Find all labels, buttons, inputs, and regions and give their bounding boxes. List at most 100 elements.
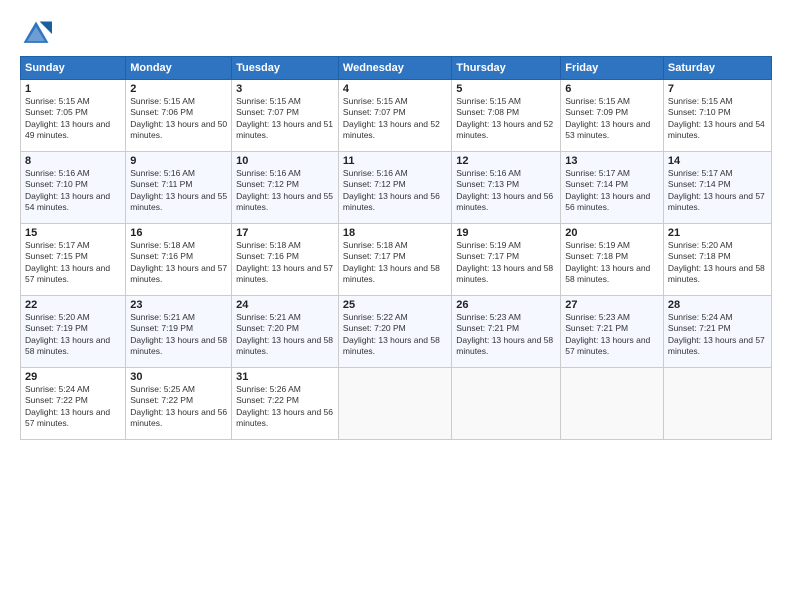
- day-cell: 8 Sunrise: 5:16 AMSunset: 7:10 PMDayligh…: [21, 152, 126, 224]
- day-cell: 10 Sunrise: 5:16 AMSunset: 7:12 PMDaylig…: [232, 152, 339, 224]
- day-number: 20: [565, 227, 659, 239]
- day-number: 2: [130, 83, 227, 95]
- day-number: 22: [25, 299, 121, 311]
- day-cell: 18 Sunrise: 5:18 AMSunset: 7:17 PMDaylig…: [338, 224, 451, 296]
- day-cell: 15 Sunrise: 5:17 AMSunset: 7:15 PMDaylig…: [21, 224, 126, 296]
- calendar-page: SundayMondayTuesdayWednesdayThursdayFrid…: [0, 0, 792, 612]
- col-header-sunday: Sunday: [21, 57, 126, 80]
- day-cell: 11 Sunrise: 5:16 AMSunset: 7:12 PMDaylig…: [338, 152, 451, 224]
- day-info: Sunrise: 5:18 AMSunset: 7:16 PMDaylight:…: [236, 240, 334, 286]
- day-number: 25: [343, 299, 447, 311]
- day-number: 21: [668, 227, 767, 239]
- day-info: Sunrise: 5:26 AMSunset: 7:22 PMDaylight:…: [236, 384, 334, 430]
- day-number: 5: [456, 83, 556, 95]
- day-number: 12: [456, 155, 556, 167]
- day-cell: 30 Sunrise: 5:25 AMSunset: 7:22 PMDaylig…: [126, 368, 232, 440]
- col-header-friday: Friday: [561, 57, 664, 80]
- day-info: Sunrise: 5:16 AMSunset: 7:12 PMDaylight:…: [343, 168, 447, 214]
- day-info: Sunrise: 5:17 AMSunset: 7:15 PMDaylight:…: [25, 240, 121, 286]
- day-info: Sunrise: 5:15 AMSunset: 7:07 PMDaylight:…: [236, 96, 334, 142]
- day-info: Sunrise: 5:18 AMSunset: 7:17 PMDaylight:…: [343, 240, 447, 286]
- day-info: Sunrise: 5:16 AMSunset: 7:13 PMDaylight:…: [456, 168, 556, 214]
- day-cell: 6 Sunrise: 5:15 AMSunset: 7:09 PMDayligh…: [561, 80, 664, 152]
- day-cell: 26 Sunrise: 5:23 AMSunset: 7:21 PMDaylig…: [452, 296, 561, 368]
- day-cell: 21 Sunrise: 5:20 AMSunset: 7:18 PMDaylig…: [663, 224, 771, 296]
- day-cell: 1 Sunrise: 5:15 AMSunset: 7:05 PMDayligh…: [21, 80, 126, 152]
- day-cell: 27 Sunrise: 5:23 AMSunset: 7:21 PMDaylig…: [561, 296, 664, 368]
- day-number: 19: [456, 227, 556, 239]
- week-row-5: 29 Sunrise: 5:24 AMSunset: 7:22 PMDaylig…: [21, 368, 772, 440]
- day-info: Sunrise: 5:15 AMSunset: 7:06 PMDaylight:…: [130, 96, 227, 142]
- day-info: Sunrise: 5:19 AMSunset: 7:18 PMDaylight:…: [565, 240, 659, 286]
- day-info: Sunrise: 5:23 AMSunset: 7:21 PMDaylight:…: [565, 312, 659, 358]
- calendar-table: SundayMondayTuesdayWednesdayThursdayFrid…: [20, 56, 772, 440]
- day-number: 7: [668, 83, 767, 95]
- col-header-tuesday: Tuesday: [232, 57, 339, 80]
- day-info: Sunrise: 5:19 AMSunset: 7:17 PMDaylight:…: [456, 240, 556, 286]
- day-number: 17: [236, 227, 334, 239]
- day-cell: 14 Sunrise: 5:17 AMSunset: 7:14 PMDaylig…: [663, 152, 771, 224]
- col-header-monday: Monday: [126, 57, 232, 80]
- col-header-wednesday: Wednesday: [338, 57, 451, 80]
- day-info: Sunrise: 5:20 AMSunset: 7:19 PMDaylight:…: [25, 312, 121, 358]
- day-number: 18: [343, 227, 447, 239]
- day-cell: 28 Sunrise: 5:24 AMSunset: 7:21 PMDaylig…: [663, 296, 771, 368]
- day-cell: 25 Sunrise: 5:22 AMSunset: 7:20 PMDaylig…: [338, 296, 451, 368]
- day-number: 24: [236, 299, 334, 311]
- day-number: 8: [25, 155, 121, 167]
- day-cell: 19 Sunrise: 5:19 AMSunset: 7:17 PMDaylig…: [452, 224, 561, 296]
- day-number: 16: [130, 227, 227, 239]
- day-number: 10: [236, 155, 334, 167]
- day-info: Sunrise: 5:15 AMSunset: 7:05 PMDaylight:…: [25, 96, 121, 142]
- day-number: 1: [25, 83, 121, 95]
- day-cell: 24 Sunrise: 5:21 AMSunset: 7:20 PMDaylig…: [232, 296, 339, 368]
- day-cell: 5 Sunrise: 5:15 AMSunset: 7:08 PMDayligh…: [452, 80, 561, 152]
- day-cell: [338, 368, 451, 440]
- col-header-saturday: Saturday: [663, 57, 771, 80]
- day-info: Sunrise: 5:16 AMSunset: 7:11 PMDaylight:…: [130, 168, 227, 214]
- day-info: Sunrise: 5:15 AMSunset: 7:08 PMDaylight:…: [456, 96, 556, 142]
- logo: [20, 18, 56, 50]
- day-number: 9: [130, 155, 227, 167]
- day-info: Sunrise: 5:16 AMSunset: 7:10 PMDaylight:…: [25, 168, 121, 214]
- day-cell: 3 Sunrise: 5:15 AMSunset: 7:07 PMDayligh…: [232, 80, 339, 152]
- day-info: Sunrise: 5:16 AMSunset: 7:12 PMDaylight:…: [236, 168, 334, 214]
- day-number: 14: [668, 155, 767, 167]
- day-cell: 12 Sunrise: 5:16 AMSunset: 7:13 PMDaylig…: [452, 152, 561, 224]
- day-number: 31: [236, 371, 334, 383]
- day-info: Sunrise: 5:21 AMSunset: 7:20 PMDaylight:…: [236, 312, 334, 358]
- day-info: Sunrise: 5:21 AMSunset: 7:19 PMDaylight:…: [130, 312, 227, 358]
- day-cell: 13 Sunrise: 5:17 AMSunset: 7:14 PMDaylig…: [561, 152, 664, 224]
- day-info: Sunrise: 5:17 AMSunset: 7:14 PMDaylight:…: [565, 168, 659, 214]
- day-number: 28: [668, 299, 767, 311]
- day-cell: 4 Sunrise: 5:15 AMSunset: 7:07 PMDayligh…: [338, 80, 451, 152]
- day-cell: [452, 368, 561, 440]
- day-cell: 16 Sunrise: 5:18 AMSunset: 7:16 PMDaylig…: [126, 224, 232, 296]
- day-info: Sunrise: 5:20 AMSunset: 7:18 PMDaylight:…: [668, 240, 767, 286]
- day-cell: 2 Sunrise: 5:15 AMSunset: 7:06 PMDayligh…: [126, 80, 232, 152]
- day-cell: 22 Sunrise: 5:20 AMSunset: 7:19 PMDaylig…: [21, 296, 126, 368]
- day-info: Sunrise: 5:23 AMSunset: 7:21 PMDaylight:…: [456, 312, 556, 358]
- day-cell: 31 Sunrise: 5:26 AMSunset: 7:22 PMDaylig…: [232, 368, 339, 440]
- day-info: Sunrise: 5:15 AMSunset: 7:07 PMDaylight:…: [343, 96, 447, 142]
- col-header-thursday: Thursday: [452, 57, 561, 80]
- day-cell: [663, 368, 771, 440]
- day-number: 6: [565, 83, 659, 95]
- day-number: 27: [565, 299, 659, 311]
- day-number: 30: [130, 371, 227, 383]
- week-row-1: 1 Sunrise: 5:15 AMSunset: 7:05 PMDayligh…: [21, 80, 772, 152]
- header-row: SundayMondayTuesdayWednesdayThursdayFrid…: [21, 57, 772, 80]
- day-cell: 29 Sunrise: 5:24 AMSunset: 7:22 PMDaylig…: [21, 368, 126, 440]
- day-info: Sunrise: 5:15 AMSunset: 7:09 PMDaylight:…: [565, 96, 659, 142]
- day-info: Sunrise: 5:25 AMSunset: 7:22 PMDaylight:…: [130, 384, 227, 430]
- day-cell: 7 Sunrise: 5:15 AMSunset: 7:10 PMDayligh…: [663, 80, 771, 152]
- week-row-2: 8 Sunrise: 5:16 AMSunset: 7:10 PMDayligh…: [21, 152, 772, 224]
- day-info: Sunrise: 5:15 AMSunset: 7:10 PMDaylight:…: [668, 96, 767, 142]
- day-number: 15: [25, 227, 121, 239]
- day-cell: 23 Sunrise: 5:21 AMSunset: 7:19 PMDaylig…: [126, 296, 232, 368]
- day-info: Sunrise: 5:17 AMSunset: 7:14 PMDaylight:…: [668, 168, 767, 214]
- day-number: 11: [343, 155, 447, 167]
- day-number: 26: [456, 299, 556, 311]
- day-cell: 9 Sunrise: 5:16 AMSunset: 7:11 PMDayligh…: [126, 152, 232, 224]
- day-number: 4: [343, 83, 447, 95]
